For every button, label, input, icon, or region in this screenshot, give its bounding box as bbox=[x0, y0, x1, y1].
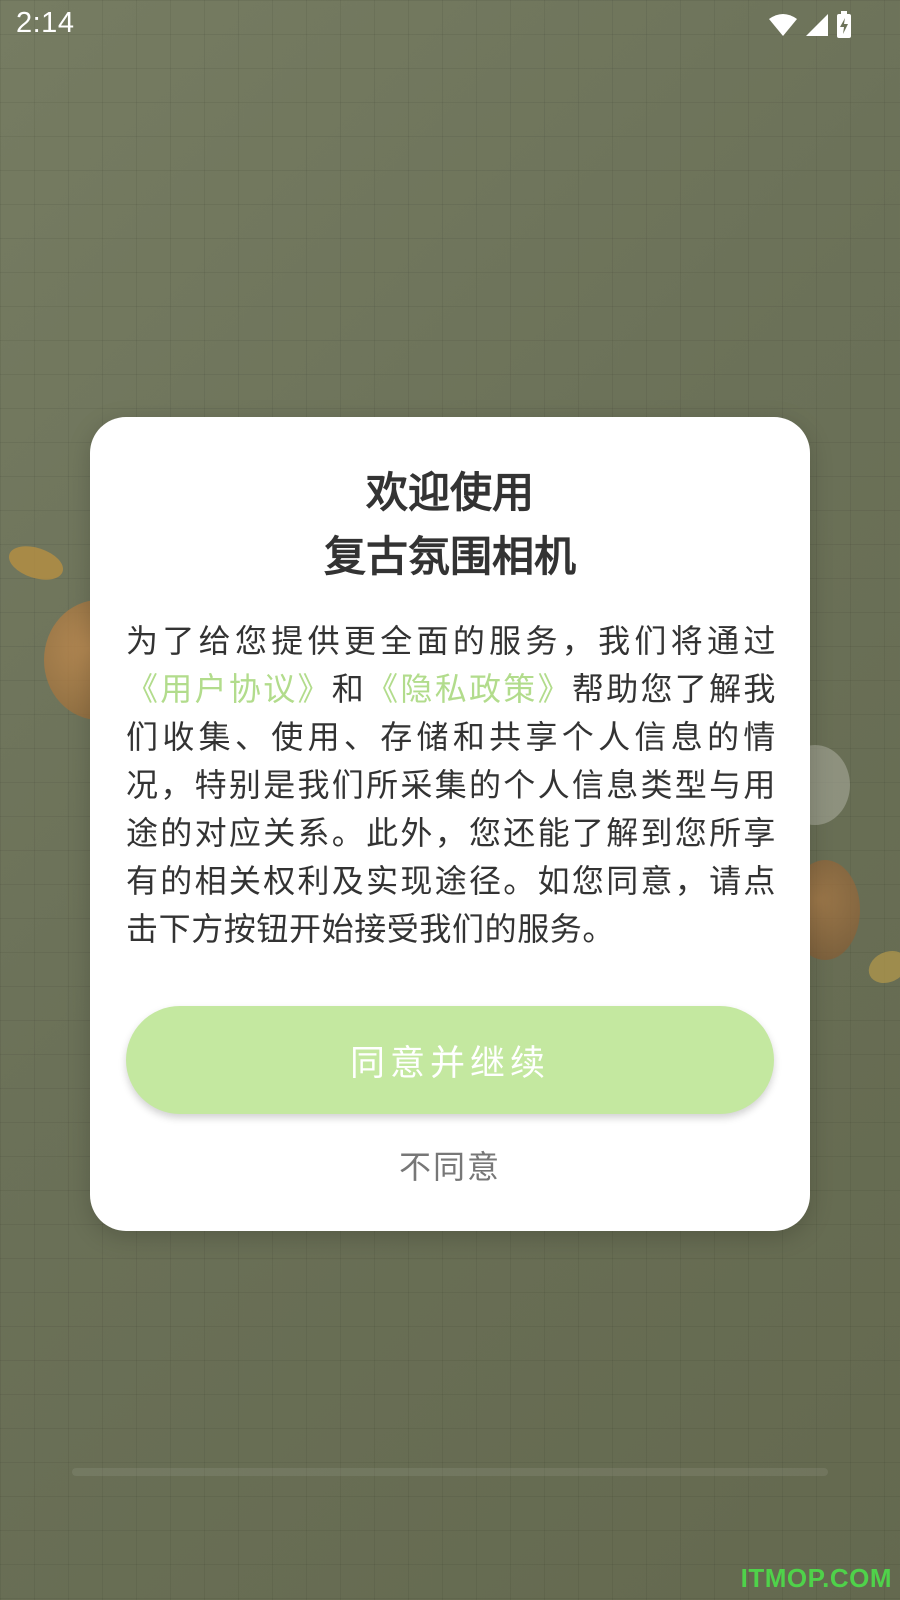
status-icons bbox=[768, 10, 852, 40]
status-time: 2:14 bbox=[16, 7, 75, 39]
dialog-title-line1: 欢迎使用 bbox=[365, 468, 534, 517]
user-agreement-link[interactable]: 《用户协议》 bbox=[126, 670, 332, 708]
background-decoration bbox=[863, 944, 900, 990]
background-decoration bbox=[4, 540, 68, 586]
body-text-part3: 帮助您了解我们收集、使用、存储和共享个人信息的情况，特别是我们所采集的个人信息类… bbox=[126, 670, 776, 948]
watermark: ITMOP.COM bbox=[740, 1563, 892, 1593]
privacy-consent-dialog: 欢迎使用 复古氛围相机 为了给您提供更全面的服务，我们将通过《用户协议》和《隐私… bbox=[90, 417, 810, 1231]
status-bar: 2:14 bbox=[0, 0, 900, 50]
wifi-icon bbox=[768, 13, 798, 37]
body-text-part1: 为了给您提供更全面的服务，我们将通过 bbox=[126, 622, 776, 660]
agree-and-continue-button[interactable]: 同意并继续 bbox=[126, 1006, 774, 1114]
cellular-signal-icon bbox=[805, 13, 829, 37]
dialog-title-line2: 复古氛围相机 bbox=[323, 532, 576, 581]
body-text-part2: 和 bbox=[331, 670, 367, 708]
disagree-button[interactable]: 不同意 bbox=[340, 1135, 560, 1195]
dialog-title: 欢迎使用 复古氛围相机 bbox=[90, 461, 810, 589]
privacy-policy-link[interactable]: 《隐私政策》 bbox=[366, 670, 572, 708]
battery-charging-icon bbox=[836, 11, 852, 39]
dialog-body-text: 为了给您提供更全面的服务，我们将通过《用户协议》和《隐私政策》帮助您了解我们收集… bbox=[126, 617, 776, 953]
home-indicator bbox=[72, 1468, 828, 1476]
